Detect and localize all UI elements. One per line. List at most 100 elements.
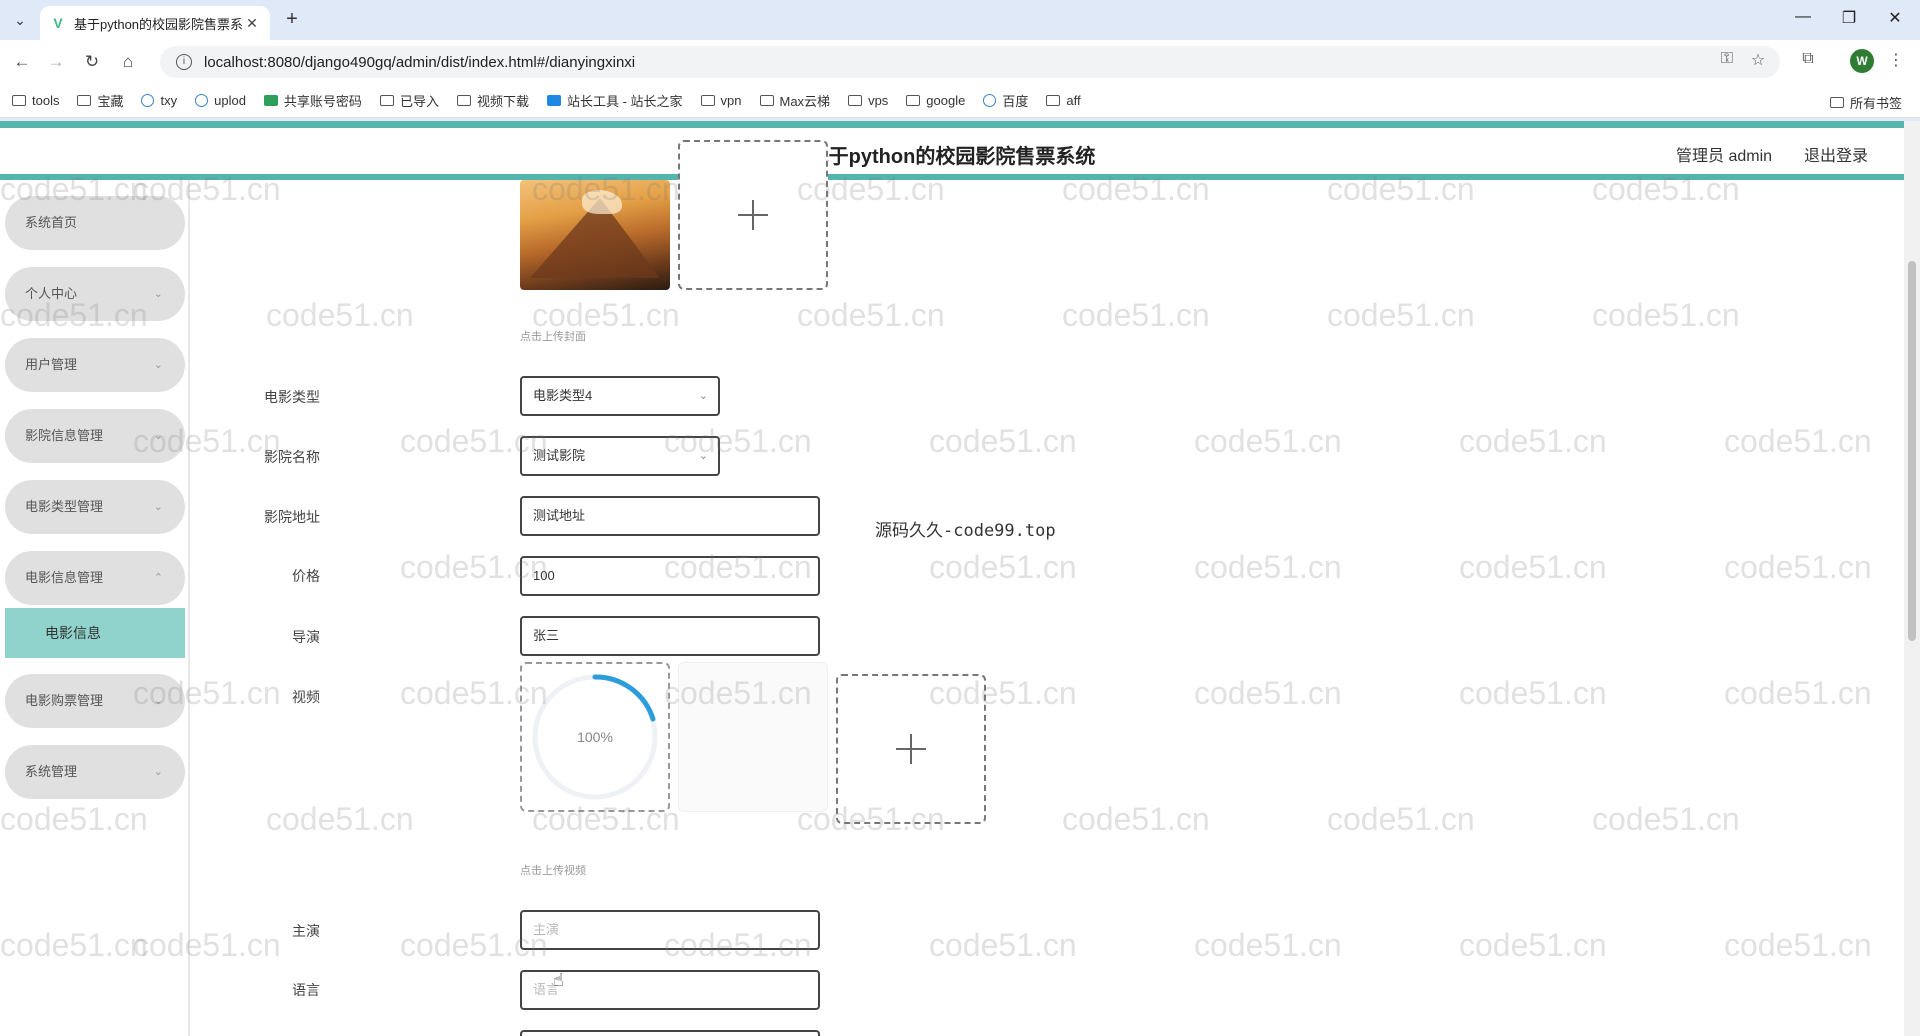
folder-icon: [77, 95, 92, 106]
scrollbar-thumb[interactable]: [1908, 261, 1916, 641]
admin-user-label: 管理员 admin: [1676, 148, 1773, 165]
forward-icon[interactable]: →: [44, 50, 68, 74]
hand-cursor-icon: ☝: [553, 970, 564, 990]
chevron-down-icon: ⌄: [153, 288, 163, 300]
vue-favicon-icon: V: [53, 15, 63, 31]
browser-toolbar: ← → ↻ ⌂ i localhost:8080/django490gq/adm…: [0, 40, 1920, 84]
browser-tab[interactable]: V 基于python的校园影院售票系 ✕: [40, 6, 270, 40]
sidebar-item-personal[interactable]: 个人中心 ⌄: [5, 267, 185, 321]
bookmark-item[interactable]: aff: [1046, 93, 1081, 108]
minimize-icon[interactable]: —: [1780, 8, 1826, 26]
folder-icon: [1046, 95, 1061, 106]
more-menu-icon[interactable]: ⋮: [1884, 50, 1908, 70]
main-content: 点击上传封面 电影类型 电影类型4 ⌄ 影院名称 测试影院 ⌄ 影院地址 测试地址 …: [190, 140, 1904, 1036]
language-label: 语言: [292, 982, 320, 998]
bookmark-item[interactable]: txy: [141, 93, 177, 108]
chevron-up-icon: ⌃: [153, 572, 163, 584]
price-label: 价格: [292, 568, 320, 584]
logout-link[interactable]: 退出登录: [1804, 142, 1868, 166]
bookmark-item[interactable]: 共享账号密码: [263, 91, 362, 110]
director-label: 导演: [292, 629, 320, 645]
language-input[interactable]: 语言: [520, 970, 820, 1010]
chevron-down-icon: ⌄: [153, 695, 163, 707]
bookmark-item[interactable]: vps: [848, 93, 888, 108]
folder-icon: [1829, 97, 1844, 108]
folder-icon: [12, 95, 26, 106]
chevron-down-icon: ⌄: [698, 450, 708, 462]
bookmarks-bar: tools 宝藏 txy uplod 共享账号密码 已导入 视频下载 站长工具 …: [0, 84, 1920, 118]
page-scrollbar[interactable]: [1904, 121, 1920, 1036]
chevron-down-icon: ⌄: [698, 390, 708, 402]
bookmark-item[interactable]: 站长工具 - 站长之家: [546, 91, 683, 110]
sidebar-item-ticketing[interactable]: 电影购票管理 ⌄: [5, 674, 185, 728]
folder-icon: [700, 95, 715, 106]
sidebar-item-movie-type[interactable]: 电影类型管理 ⌄: [5, 480, 185, 534]
new-tab-icon[interactable]: +: [282, 9, 302, 30]
bookmark-item[interactable]: 视频下载: [456, 91, 529, 110]
site-info-icon[interactable]: i: [176, 54, 192, 70]
director-input[interactable]: 张三: [520, 616, 820, 656]
video-upload-button[interactable]: [836, 674, 986, 824]
sidebar-item-users[interactable]: 用户管理 ⌄: [5, 338, 185, 392]
plus-icon: [738, 200, 768, 230]
chevron-down-icon: ⌄: [153, 501, 163, 513]
app-root: 基于python的校园影院售票系统 管理员 admin 退出登录 系统首页 个人…: [0, 121, 1920, 1036]
bookmark-item[interactable]: 百度: [983, 91, 1028, 110]
actor-label: 主演: [292, 923, 320, 939]
cinema-address-input[interactable]: 测试地址: [520, 496, 820, 536]
cover-upload-hint: 点击上传封面: [520, 331, 586, 343]
movie-type-select[interactable]: 电影类型4 ⌄: [520, 376, 720, 416]
tab-close-icon[interactable]: ✕: [244, 15, 260, 32]
restore-icon[interactable]: ❐: [1826, 8, 1872, 28]
back-icon[interactable]: ←: [10, 50, 34, 74]
folder-icon: [456, 95, 471, 106]
cloud-icon: [141, 94, 155, 107]
chevron-down-icon: ⌄: [153, 430, 163, 442]
cover-upload-button[interactable]: [678, 140, 828, 290]
chevron-down-icon: ⌄: [153, 766, 163, 778]
bookmark-item[interactable]: google: [906, 93, 965, 108]
price-input[interactable]: 100: [520, 556, 820, 596]
bookmark-item[interactable]: uplod: [195, 93, 246, 108]
password-key-icon[interactable]: ⚿: [1715, 50, 1739, 68]
next-field-input[interactable]: [520, 1030, 820, 1036]
tab-title: 基于python的校园影院售票系: [74, 16, 244, 32]
bookmark-item[interactable]: Max云梯: [759, 91, 830, 110]
folder-icon: [906, 95, 921, 106]
bookmark-item[interactable]: tools: [12, 93, 59, 108]
chevron-down-icon: ⌄: [153, 359, 163, 371]
close-window-icon[interactable]: ✕: [1872, 8, 1918, 28]
source-note: 源码久久-code99.top: [875, 521, 1056, 541]
video-upload-progress: 100%: [520, 662, 670, 812]
paw-icon: [983, 94, 997, 107]
share-icon: [195, 94, 209, 107]
app-header: 基于python的校园影院售票系统 管理员 admin 退出登录: [0, 121, 1904, 180]
sidebar-item-system[interactable]: 系统管理 ⌄: [5, 745, 185, 799]
reload-icon[interactable]: ↻: [80, 50, 104, 74]
cinema-name-select[interactable]: 测试影院 ⌄: [520, 436, 720, 476]
bookmark-item[interactable]: vpn: [700, 93, 742, 108]
url-text: localhost:8080/django490gq/admin/dist/in…: [204, 53, 636, 71]
progress-ring: 100%: [532, 674, 658, 800]
progress-percent: 100%: [577, 729, 613, 745]
home-icon[interactable]: ⌂: [116, 50, 140, 74]
sidebar-item-home[interactable]: 系统首页: [5, 196, 185, 250]
cover-image-thumbnail[interactable]: [520, 180, 670, 290]
cinema-address-label: 影院地址: [264, 509, 320, 525]
sidebar: 系统首页 个人中心 ⌄ 用户管理 ⌄ 影院信息管理 ⌄ 电影类型管理 ⌄ 电影信息管理 ⌃…: [0, 180, 190, 1036]
tab-strip: ⌄ V 基于python的校园影院售票系 ✕ + — ❐ ✕: [0, 0, 1920, 40]
actor-input[interactable]: 主演: [520, 910, 820, 950]
address-bar[interactable]: i localhost:8080/django490gq/admin/dist/…: [160, 46, 1780, 78]
bookmark-star-icon[interactable]: ☆: [1746, 50, 1770, 70]
sidebar-item-cinema[interactable]: 影院信息管理 ⌄: [5, 409, 185, 463]
sidebar-subitem-movie-info[interactable]: 电影信息: [5, 608, 185, 658]
all-bookmarks[interactable]: 所有书签: [1829, 93, 1902, 112]
tab-list-chevron-icon[interactable]: ⌄: [8, 8, 32, 32]
bookmark-item[interactable]: 宝藏: [77, 91, 123, 110]
bookmark-item[interactable]: 已导入: [379, 91, 439, 110]
extensions-icon[interactable]: ⧉: [1796, 50, 1820, 68]
sidebar-item-movie-info[interactable]: 电影信息管理 ⌃: [5, 551, 185, 605]
profile-avatar[interactable]: W: [1850, 49, 1874, 73]
sheet-icon: [263, 95, 278, 106]
folder-icon: [759, 95, 774, 106]
